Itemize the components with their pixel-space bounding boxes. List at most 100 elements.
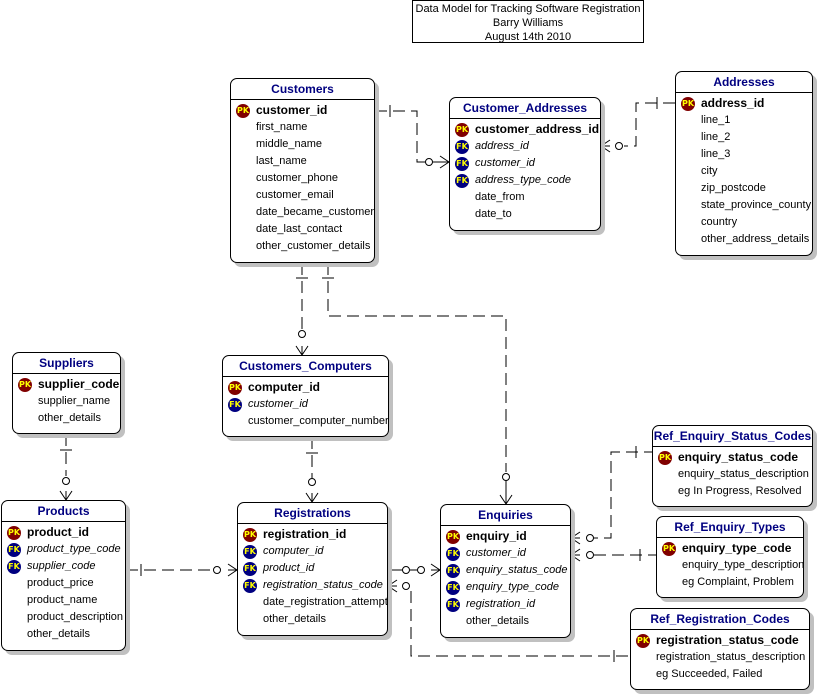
attribute-name: product_type_code <box>27 543 121 555</box>
attribute-row[interactable]: PK registration_status_code <box>631 632 809 649</box>
attribute-row[interactable]: customer_phone <box>231 170 374 187</box>
attribute-list: PK supplier_code supplier_name other_detail… <box>13 374 120 427</box>
link-addresses-customer-addresses <box>624 102 675 147</box>
optional-marker <box>213 566 221 574</box>
attribute-row[interactable]: FK registration_id <box>441 596 570 613</box>
attribute-row[interactable]: product_price <box>2 575 125 592</box>
foreign-key-icon: FK <box>446 564 460 578</box>
attribute-list: PK computer_id FK customer_id customer_compu… <box>223 377 389 430</box>
attribute-row[interactable]: other_address_details <box>676 231 812 248</box>
attribute-row[interactable]: FK address_id <box>450 138 600 155</box>
entity-products[interactable]: Products PK product_id FK product_type_code F… <box>1 500 126 651</box>
attribute-row[interactable]: other_details <box>238 611 387 628</box>
attribute-row[interactable]: FK registration_status_code <box>238 577 387 594</box>
attribute-list: PK product_id FK product_type_code FK supplie… <box>2 522 125 643</box>
attribute-row[interactable]: other_details <box>441 613 570 630</box>
entity-registrations[interactable]: Registrations PK registration_id FK computer… <box>237 502 388 636</box>
attribute-row[interactable]: city <box>676 163 812 180</box>
attribute-name: registration_status_description <box>656 651 806 663</box>
attribute-name: first_name <box>256 121 308 133</box>
optional-marker <box>502 473 510 481</box>
attribute-row[interactable]: date_from <box>450 189 600 206</box>
attribute-row[interactable]: line_1 <box>676 112 812 129</box>
attribute-row[interactable]: product_name <box>2 592 125 609</box>
entity-customer-addresses[interactable]: Customer_Addresses PK customer_address_id F… <box>449 97 601 231</box>
attribute-row[interactable]: supplier_name <box>13 393 120 410</box>
attribute-name: line_3 <box>701 148 731 160</box>
attribute-row[interactable]: line_2 <box>676 129 812 146</box>
many-marker <box>59 490 73 502</box>
attribute-row[interactable]: middle_name <box>231 136 374 153</box>
entity-ref-registration-codes[interactable]: Ref_Registration_Codes PK registration_sta… <box>630 608 810 690</box>
attribute-row[interactable]: date_became_customer <box>231 204 374 221</box>
attribute-row[interactable]: other_details <box>2 626 125 643</box>
attribute-row[interactable]: PK computer_id <box>223 379 388 396</box>
attribute-row[interactable]: FK product_type_code <box>2 541 125 558</box>
attribute-row[interactable]: FK customer_id <box>223 396 388 413</box>
attribute-row[interactable]: eg Complaint, Problem <box>657 574 803 591</box>
attribute-row[interactable]: PK supplier_code <box>13 376 120 393</box>
attribute-row[interactable]: registration_status_description <box>631 649 809 666</box>
primary-key-icon: PK <box>636 634 650 648</box>
attribute-row[interactable]: PK enquiry_id <box>441 528 570 545</box>
foreign-key-icon: FK <box>455 157 469 171</box>
attribute-row[interactable]: FK enquiry_type_code <box>441 579 570 596</box>
attribute-row[interactable]: PK registration_id <box>238 526 387 543</box>
attribute-row[interactable]: FK supplier_code <box>2 558 125 575</box>
attribute-row[interactable]: line_3 <box>676 146 812 163</box>
attribute-row[interactable]: PK enquiry_status_code <box>653 449 812 466</box>
attribute-row[interactable]: other_details <box>13 410 120 427</box>
attribute-row[interactable]: PK customer_id <box>231 102 374 119</box>
entity-ref-enquiry-types[interactable]: Ref_Enquiry_Types PK enquiry_type_code enqu… <box>656 516 804 598</box>
attribute-row[interactable]: country <box>676 214 812 231</box>
attribute-name: registration_status_code <box>656 633 799 647</box>
many-marker <box>227 563 239 577</box>
entity-ref-enquiry-status-codes[interactable]: Ref_Enquiry_Status_Codes PK enquiry_status… <box>652 425 813 507</box>
attribute-row[interactable]: eg Succeeded, Failed <box>631 666 809 683</box>
attribute-row[interactable]: date_registration_attempt <box>238 594 388 611</box>
attribute-name: customer_email <box>256 189 334 201</box>
attribute-row[interactable]: other_customer_details <box>231 238 374 255</box>
attribute-name: supplier_code <box>38 377 120 391</box>
primary-key-icon: PK <box>446 530 460 544</box>
attribute-row[interactable]: PK address_id <box>676 95 812 112</box>
attribute-row[interactable]: state_province_county <box>676 197 812 214</box>
entity-name: Customers_Computers <box>223 356 388 377</box>
attribute-name: customer_computer_number <box>248 415 389 427</box>
attribute-name: customer_id <box>248 398 308 410</box>
attribute-row[interactable]: enquiry_type_description <box>657 557 804 574</box>
attribute-row[interactable]: date_last_contact <box>231 221 374 238</box>
optional-marker <box>308 478 316 486</box>
entity-customers[interactable]: Customers PK customer_id first_name middle_n… <box>230 78 375 263</box>
foreign-key-icon: FK <box>243 579 257 593</box>
attribute-row[interactable]: FK computer_id <box>238 543 387 560</box>
entity-customers-computers[interactable]: Customers_Computers PK computer_id FK custom… <box>222 355 389 437</box>
entity-enquiries[interactable]: Enquiries PK enquiry_id FK customer_id FK enqu… <box>440 504 571 638</box>
attribute-row[interactable]: product_description <box>2 609 125 626</box>
entity-addresses[interactable]: Addresses PK address_id line_1 line_2 line_3 c… <box>675 71 813 256</box>
attribute-row[interactable]: customer_email <box>231 187 374 204</box>
attribute-row[interactable]: date_to <box>450 206 600 223</box>
attribute-name: other_customer_details <box>256 240 371 252</box>
attribute-row[interactable]: enquiry_status_description <box>653 466 812 483</box>
attribute-row[interactable]: FK product_id <box>238 560 387 577</box>
attribute-row[interactable]: PK customer_address_id <box>450 121 600 138</box>
attribute-row[interactable]: first_name <box>231 119 374 136</box>
attribute-row[interactable]: zip_postcode <box>676 180 812 197</box>
attribute-list: PK customer_address_id FK address_id FK custo… <box>450 119 600 223</box>
entity-suppliers[interactable]: Suppliers PK supplier_code supplier_name oth… <box>12 352 121 434</box>
attribute-row[interactable]: eg In Progress, Resolved <box>653 483 812 500</box>
attribute-row[interactable]: customer_computer_number <box>223 413 389 430</box>
many-marker <box>569 531 581 545</box>
attribute-name: product_price <box>27 577 94 589</box>
attribute-name: customer_id <box>256 103 328 117</box>
optional-marker <box>402 582 410 590</box>
attribute-row[interactable]: FK enquiry_status_code <box>441 562 570 579</box>
attribute-row[interactable]: PK enquiry_type_code <box>657 540 803 557</box>
attribute-row[interactable]: FK customer_id <box>450 155 600 172</box>
attribute-name: date_to <box>475 208 512 220</box>
attribute-row[interactable]: last_name <box>231 153 374 170</box>
attribute-row[interactable]: FK address_type_code <box>450 172 600 189</box>
attribute-row[interactable]: FK customer_id <box>441 545 570 562</box>
attribute-row[interactable]: PK product_id <box>2 524 125 541</box>
